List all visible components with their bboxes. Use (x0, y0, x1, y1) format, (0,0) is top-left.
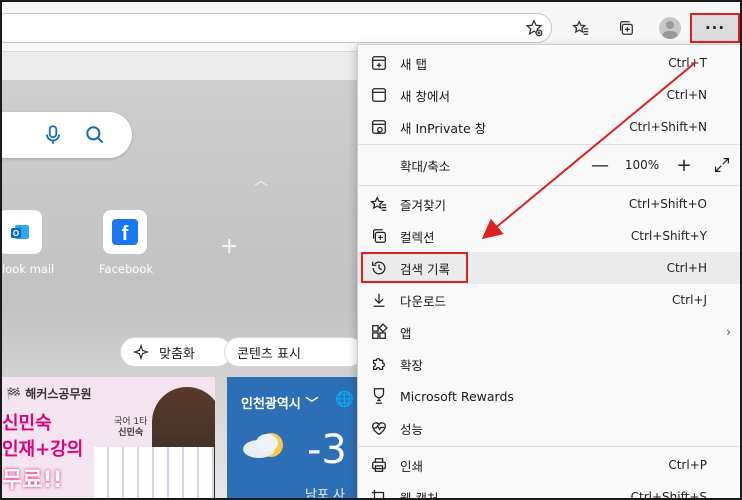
menu-item-collections[interactable]: 컬렉션 Ctrl+Shift+Y (358, 220, 740, 252)
cloudy-moon-icon (243, 433, 283, 458)
menu-item-shortcut: Ctrl+H (666, 261, 707, 275)
menu-item-label: 새 InPrivate 창 (400, 120, 487, 136)
globe-icon: 🌐 (335, 390, 354, 408)
address-bar[interactable] (2, 13, 552, 43)
menu-item-new-inprivate[interactable]: 새 InPrivate 창 Ctrl+Shift+N (358, 111, 740, 143)
menu-divider (358, 446, 740, 447)
svg-text:O: O (13, 229, 19, 238)
new-tab-icon (370, 54, 388, 72)
menu-item-label: 인쇄 (400, 458, 424, 474)
menu-item-label: 다운로드 (400, 293, 447, 309)
menu-item-shortcut: Ctrl+T (668, 56, 707, 70)
menu-item-extensions[interactable]: 확장 (358, 348, 740, 380)
collections-icon[interactable] (612, 14, 640, 42)
fullscreen-icon[interactable] (714, 157, 730, 173)
apps-icon (370, 323, 388, 341)
menu-item-label: 새 탭 (400, 56, 427, 72)
menu-item-favorites[interactable]: 즐겨찾기 Ctrl+Shift+O (358, 188, 740, 220)
menu-item-downloads[interactable]: 다운로드 Ctrl+J (358, 284, 740, 316)
chevron-up-icon[interactable]: ︿ (254, 170, 268, 190)
avatar (659, 17, 681, 39)
outlook-icon: O (11, 225, 29, 239)
content-toggle-button[interactable]: 콘텐츠 표시 (224, 337, 364, 367)
history-highlight-box (361, 252, 468, 283)
weather-temperature: -3 (307, 427, 347, 473)
promo-line: 무료!! (2, 468, 63, 493)
menu-item-rewards[interactable]: Microsoft Rewards (358, 380, 740, 412)
zoom-out-button[interactable]: — (586, 155, 614, 176)
download-icon (370, 291, 388, 309)
performance-icon (370, 419, 388, 437)
print-icon (370, 456, 388, 474)
menu-item-label: 성능 (400, 421, 424, 437)
new-window-icon (370, 86, 388, 104)
microphone-icon[interactable] (42, 124, 64, 146)
menu-item-label: 확대/축소 (400, 158, 451, 174)
inprivate-icon (370, 118, 388, 136)
menu-divider (358, 185, 740, 186)
web-search-box[interactable] (2, 112, 132, 158)
zoom-in-button[interactable]: + (670, 155, 698, 176)
menu-item-print[interactable]: 인쇄 Ctrl+P (358, 449, 740, 481)
menu-item-new-tab[interactable]: 새 탭 Ctrl+T (358, 47, 740, 79)
menu-item-label: 웹 캡처 (400, 490, 439, 500)
menu-item-shortcut: Ctrl+Shift+S (630, 490, 707, 500)
promo-card[interactable]: 🏁 해커스공무원 신민숙 인재+강의 무료!! 국어 1타 신민숙 (2, 377, 215, 498)
chevron-right-icon: › (726, 325, 731, 339)
menu-item-new-window[interactable]: 새 창에서 Ctrl+N (358, 79, 740, 111)
menu-item-apps[interactable]: 앱 › (358, 316, 740, 348)
favorites-icon (370, 195, 388, 213)
menu-item-label: 컬렉션 (400, 229, 435, 245)
menu-item-shortcut: Ctrl+N (666, 88, 707, 102)
menu-item-label: 확장 (400, 357, 424, 373)
add-favorite-icon[interactable] (520, 14, 548, 42)
content-label: 콘텐츠 표시 (237, 346, 301, 362)
promo-brand: 🏁 해커스공무원 (2, 387, 92, 401)
collections-icon (370, 227, 388, 245)
menu-divider (358, 144, 740, 145)
quick-link-outlook[interactable]: O (2, 210, 42, 254)
favorites-icon[interactable] (567, 14, 595, 42)
menu-item-shortcut: Ctrl+Shift+N (629, 120, 707, 134)
weather-subtext: 남포 사 (305, 488, 346, 500)
customize-label: 맞춤화 (159, 346, 195, 362)
menu-item-performance[interactable]: 성능 (358, 412, 740, 444)
facebook-icon: f (112, 219, 138, 245)
promo-line: 인재+강의 (2, 439, 84, 460)
menu-item-label: 새 창에서 (400, 88, 450, 104)
promo-badge: 국어 1타 신민숙 (114, 417, 148, 438)
more-icon: ··· (704, 19, 726, 37)
menu-item-label: Microsoft Rewards (400, 388, 514, 404)
rewards-icon (370, 387, 388, 405)
menu-item-shortcut: Ctrl+Shift+Y (630, 229, 707, 243)
promo-books-image (94, 447, 214, 498)
promo-line: 신민숙 (2, 413, 52, 434)
menu-item-shortcut: Ctrl+J (672, 293, 707, 307)
browser-window: ··· ︿ O f look mail Facebook + 맞춤화 콘텐츠 표 (0, 0, 742, 500)
quick-link-facebook[interactable]: f (103, 210, 147, 254)
menu-item-label: 즐겨찾기 (400, 197, 447, 213)
menu-item-web-capture[interactable]: 웹 캡처 Ctrl+Shift+S (358, 481, 740, 500)
zoom-control: — 100% + (586, 146, 698, 184)
zoom-level: 100% (624, 158, 660, 172)
sparkle-icon (133, 344, 149, 360)
menu-item-shortcut: Ctrl+P (668, 458, 707, 472)
quick-link-label: look mail (2, 262, 55, 276)
menu-item-shortcut: Ctrl+Shift+O (628, 197, 707, 211)
search-icon[interactable] (84, 124, 106, 146)
menu-item-zoom: 확대/축소 — 100% + (358, 146, 740, 184)
customize-button[interactable]: 맞춤화 (120, 337, 232, 367)
extensions-icon (370, 355, 388, 373)
add-site-icon[interactable]: + (220, 234, 238, 259)
quick-link-label: Facebook (99, 262, 154, 276)
more-options-button[interactable]: ··· (690, 13, 740, 43)
weather-city: 인천광역시 ﹀ (241, 397, 319, 412)
menu-item-label: 앱 (400, 325, 412, 341)
profile-button[interactable] (656, 14, 684, 42)
web-capture-icon (370, 488, 388, 498)
